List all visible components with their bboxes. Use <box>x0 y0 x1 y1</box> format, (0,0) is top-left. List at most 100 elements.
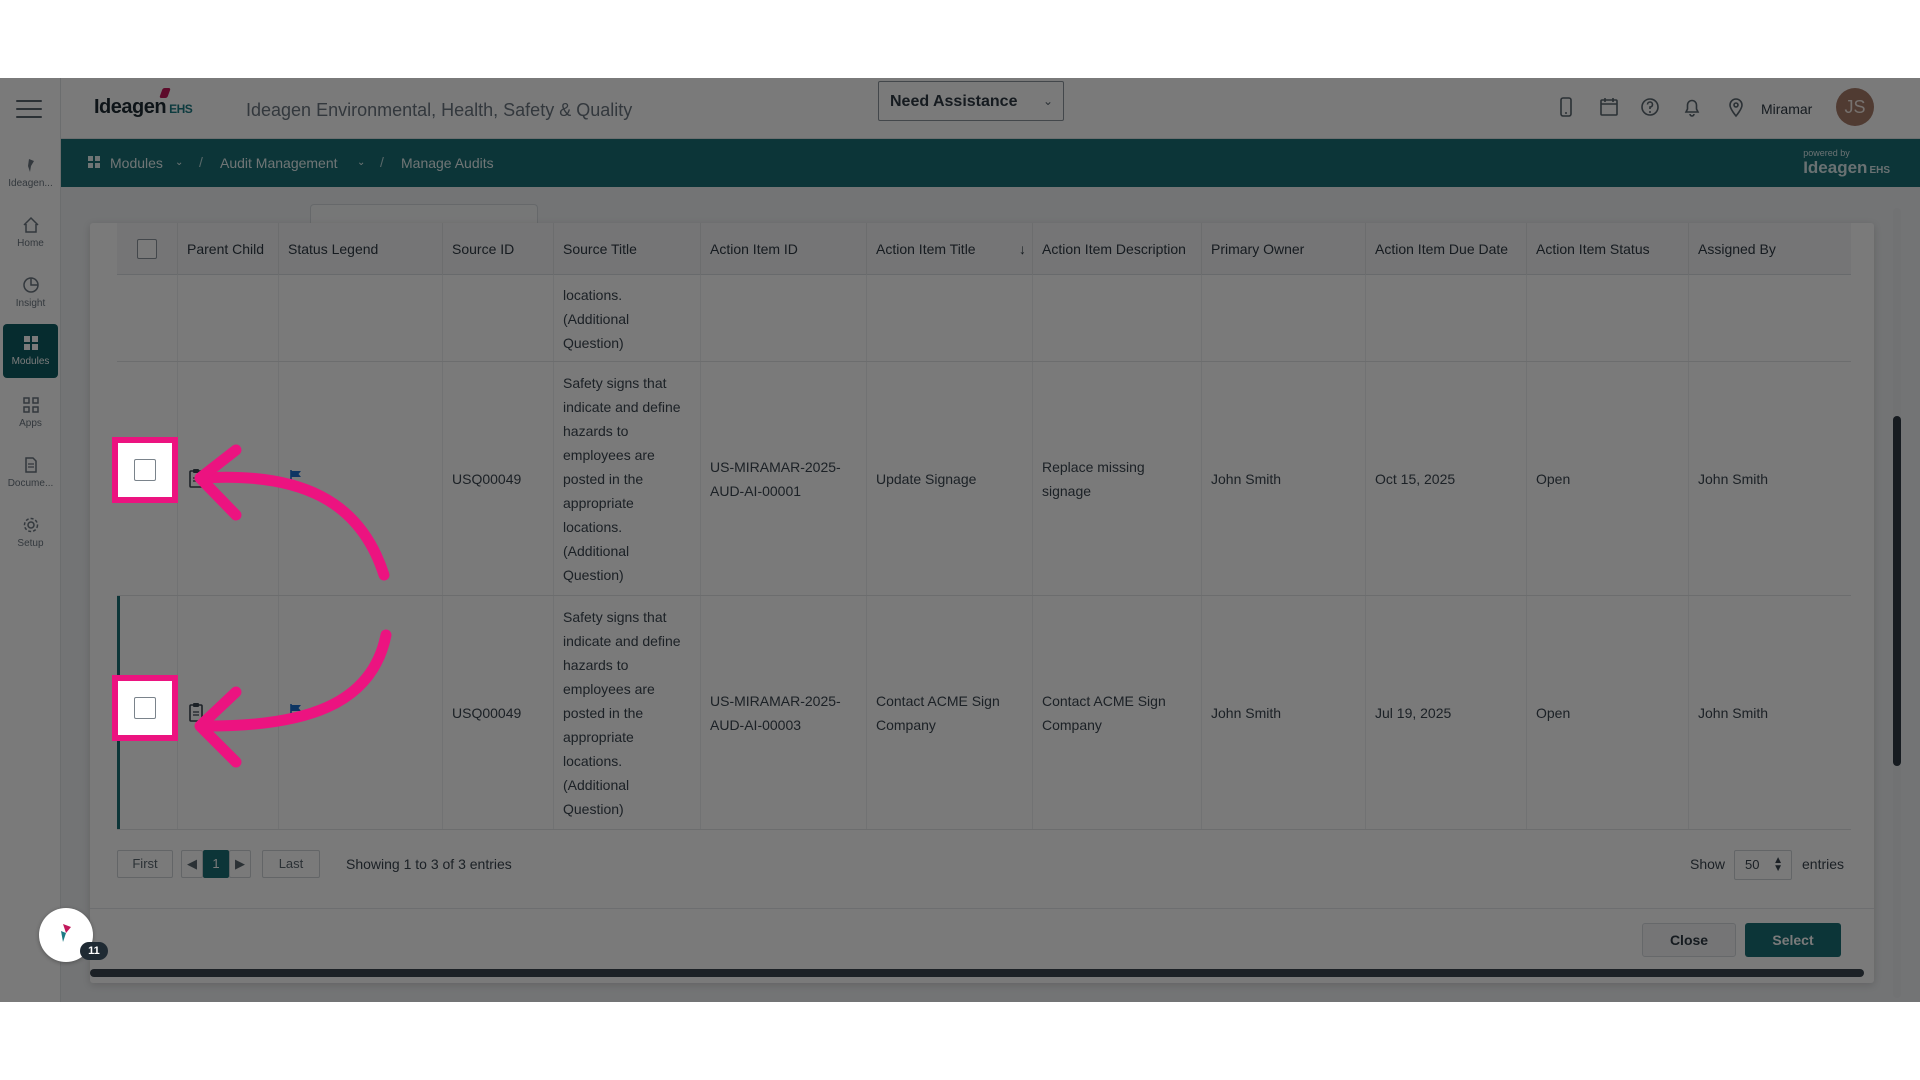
modules-grid-icon <box>88 156 100 168</box>
row-1-checkbox-highlighted[interactable] <box>134 459 156 481</box>
cell-status-legend <box>279 362 443 595</box>
cell-due-date: Oct 15, 2025 <box>1366 362 1527 595</box>
rail-item-label: Docume... <box>7 478 54 489</box>
select-all-checkbox[interactable] <box>137 239 157 259</box>
row-2-checkbox-highlighted[interactable] <box>134 697 156 719</box>
cell-parent-child <box>178 596 279 829</box>
prev-page-button[interactable]: ◀ <box>181 850 203 878</box>
mobile-device-icon[interactable] <box>1555 96 1577 118</box>
page-size-label: Show <box>1690 856 1726 872</box>
vertical-scrollbar-thumb[interactable] <box>1893 416 1901 766</box>
cell-action-item-description: Replace missing signage <box>1033 362 1202 595</box>
cell-action-item-title: Contact ACME Sign Company <box>867 596 1033 829</box>
need-assistance-dropdown[interactable]: Need Assistance ⌄ <box>878 81 1064 121</box>
column-header-status-legend[interactable]: Status Legend <box>279 223 443 275</box>
column-header-primary-owner[interactable]: Primary Owner <box>1202 223 1366 275</box>
insight-icon <box>22 277 39 293</box>
cell-status: Open <box>1527 362 1689 595</box>
first-page-button[interactable]: First <box>117 850 173 878</box>
next-page-button[interactable]: ▶ <box>229 850 251 878</box>
column-header-action-item-status[interactable]: Action Item Status <box>1527 223 1689 275</box>
ideagen-assistant-icon <box>61 924 71 942</box>
gear-icon <box>23 517 38 533</box>
cell-status: Open <box>1527 596 1689 829</box>
background-tab <box>310 204 538 224</box>
rail-item-label: Setup <box>17 538 44 549</box>
select-button[interactable]: Select <box>1745 923 1841 957</box>
modules-icon <box>23 336 38 350</box>
column-header-parent-child[interactable]: Parent Child <box>178 223 279 275</box>
chevron-down-icon[interactable]: ⌄ <box>175 157 183 168</box>
pagination: First ◀ 1 ▶ Last Showing 1 to 3 of 3 ent… <box>117 850 1851 880</box>
powered-by-text: powered by <box>1803 148 1850 158</box>
table-cell <box>1527 275 1689 361</box>
column-header-due-date[interactable]: Action Item Due Date <box>1366 223 1527 275</box>
select-all-column <box>117 223 178 275</box>
brand-name: Ideagen <box>94 96 167 118</box>
powered-by-brand: Ideagen EHS <box>1803 158 1890 178</box>
column-header-source-id[interactable]: Source ID <box>443 223 554 275</box>
clipboard-icon[interactable] <box>188 702 204 722</box>
rail-item-label: Home <box>17 238 44 249</box>
page-size-select[interactable]: 50 ▲ ▼ <box>1734 850 1792 880</box>
column-header-source-title[interactable]: Source Title <box>554 223 701 275</box>
rail-item-setup[interactable]: Setup <box>3 506 58 560</box>
breadcrumb-audit-management[interactable]: Audit Management <box>220 155 338 171</box>
column-header-action-item-title[interactable]: Action Item Title ↓ <box>867 223 1033 275</box>
column-header-assigned-by[interactable]: Assigned By <box>1689 223 1851 275</box>
screenshot-stage: Ideagen... Home Insight Modules Apps Doc… <box>0 0 1920 1080</box>
cell-source-id: USQ00049 <box>443 362 554 595</box>
cell-primary-owner: John Smith <box>1202 596 1366 829</box>
cell-action-item-description: Contact ACME Sign Company <box>1033 596 1202 829</box>
rail-item-insight[interactable]: Insight <box>3 266 58 320</box>
powered-by-logo: powered by Ideagen EHS <box>1803 148 1890 178</box>
column-header-action-item-description[interactable]: Action Item Description <box>1033 223 1202 275</box>
breadcrumb-modules[interactable]: Modules <box>110 155 163 171</box>
cell-action-item-id[interactable]: US-MIRAMAR-2025-AUD-AI-00003 <box>701 596 867 829</box>
document-icon <box>24 457 37 473</box>
column-header-action-item-id[interactable]: Action Item ID <box>701 223 867 275</box>
table-cell <box>1202 275 1366 361</box>
bell-icon[interactable] <box>1681 96 1703 118</box>
last-page-button[interactable]: Last <box>262 850 320 878</box>
chevron-down-icon[interactable]: ⌄ <box>357 157 365 168</box>
table-cell <box>117 275 178 361</box>
avatar[interactable]: JS <box>1836 88 1874 126</box>
hamburger-menu-icon[interactable] <box>16 100 42 118</box>
table-cell <box>178 275 279 361</box>
select-action-items-dialog: Parent Child Status Legend Source ID Sou… <box>90 223 1874 983</box>
table-cell <box>1033 275 1202 361</box>
rail-item-ideagen[interactable]: Ideagen... <box>3 146 58 200</box>
close-button[interactable]: Close <box>1642 923 1736 957</box>
rail-item-apps[interactable]: Apps <box>3 386 58 440</box>
help-notification-badge: 11 <box>80 942 108 960</box>
clipboard-icon[interactable] <box>188 468 204 488</box>
breadcrumb-separator: / <box>199 154 203 170</box>
cell-action-item-id[interactable]: US-MIRAMAR-2025-AUD-AI-00001 <box>701 362 867 595</box>
location-pin-icon[interactable] <box>1725 96 1747 118</box>
horizontal-scrollbar[interactable] <box>90 969 1864 977</box>
cell-source-title: locations. (Additional Question) <box>554 275 701 361</box>
table-row[interactable]: locations. (Additional Question) <box>117 275 1851 362</box>
cell-assigned-by: John Smith <box>1698 704 1769 721</box>
page-button-current[interactable]: 1 <box>203 850 229 878</box>
help-icon[interactable] <box>1639 96 1661 118</box>
breadcrumb-separator: / <box>380 154 384 170</box>
rail-item-documents[interactable]: Docume... <box>3 446 58 500</box>
site-name[interactable]: Miramar <box>1761 101 1812 117</box>
app-title: Ideagen Environmental, Health, Safety & … <box>246 100 633 120</box>
calendar-icon[interactable] <box>1598 96 1620 118</box>
rail-item-modules[interactable]: Modules <box>3 324 58 378</box>
table-row[interactable]: USQ00049 Safety signs that indicate and … <box>117 596 1851 830</box>
ideagen-logo-icon <box>27 159 34 172</box>
app-window: Ideagen... Home Insight Modules Apps Doc… <box>0 78 1920 1002</box>
cell-primary-owner: John Smith <box>1202 362 1366 595</box>
brand-logo[interactable]: Ideagen EHS <box>94 96 193 119</box>
breadcrumb-manage-audits[interactable]: Manage Audits <box>401 155 494 171</box>
table-row[interactable]: USQ00049 Safety signs that indicate and … <box>117 362 1851 596</box>
sort-arrow-down-icon[interactable]: ↓ <box>1019 239 1026 259</box>
cell-due-date: Jul 19, 2025 <box>1366 596 1527 829</box>
brand-sub: EHS <box>169 102 193 116</box>
rail-item-home[interactable]: Home <box>3 206 58 260</box>
flag-icon <box>290 470 301 482</box>
